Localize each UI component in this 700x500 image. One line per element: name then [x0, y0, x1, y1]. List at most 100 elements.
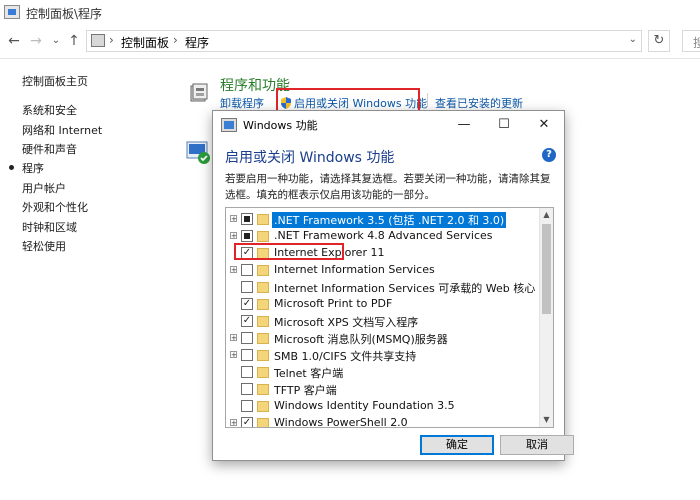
- sidebar-home-link[interactable]: 控制面板主页: [22, 73, 88, 89]
- default-programs-icon: [186, 141, 210, 164]
- ok-button[interactable]: 确定: [420, 435, 494, 455]
- address-dropdown-icon[interactable]: ⌄: [629, 34, 637, 45]
- feature-row[interactable]: + Microsoft 消息队列(MSMQ)服务器: [226, 330, 540, 347]
- back-button[interactable]: ←: [6, 33, 22, 49]
- feature-row[interactable]: ✓ Microsoft XPS 文档写入程序: [226, 313, 540, 330]
- minimize-button[interactable]: —: [444, 113, 484, 137]
- feature-label[interactable]: Internet Information Services: [272, 263, 437, 276]
- search-input[interactable]: 搜: [682, 30, 700, 52]
- windows-features-icon: [221, 118, 237, 132]
- forward-button[interactable]: →: [28, 33, 44, 49]
- feature-checkbox[interactable]: [241, 213, 253, 225]
- breadcrumb-control-panel[interactable]: 控制面板: [121, 34, 169, 51]
- feature-row[interactable]: Telnet 客户端: [226, 364, 540, 381]
- feature-label[interactable]: Microsoft 消息队列(MSMQ)服务器: [272, 331, 450, 347]
- sidebar-item-system-security[interactable]: 系统和安全: [22, 102, 77, 118]
- feature-label[interactable]: SMB 1.0/CIFS 文件共享支持: [272, 348, 418, 364]
- control-panel-icon: [4, 5, 20, 19]
- expand-icon[interactable]: +: [230, 215, 237, 223]
- feature-row[interactable]: + .NET Framework 3.5 (包括 .NET 2.0 和 3.0): [226, 211, 540, 228]
- feature-label[interactable]: Telnet 客户端: [272, 365, 345, 381]
- feature-label[interactable]: .NET Framework 3.5 (包括 .NET 2.0 和 3.0): [272, 212, 507, 228]
- address-bar[interactable]: › 控制面板 › 程序 ⌄: [86, 30, 642, 52]
- feature-checkbox[interactable]: ✓: [241, 298, 253, 310]
- tree-scrollbar[interactable]: ▲ ▼: [539, 208, 553, 427]
- folder-icon: [257, 418, 269, 427]
- feature-row[interactable]: + ✓ Windows PowerShell 2.0: [226, 415, 540, 427]
- scroll-up-button[interactable]: ▲: [540, 208, 553, 222]
- sidebar-item-programs[interactable]: 程序: [22, 160, 44, 176]
- feature-label[interactable]: Internet Information Services 可承载的 Web 核…: [272, 280, 537, 296]
- feature-label[interactable]: Windows PowerShell 2.0: [272, 416, 410, 427]
- feature-checkbox[interactable]: [241, 332, 253, 344]
- breadcrumb-programs[interactable]: 程序: [185, 34, 209, 51]
- feature-row[interactable]: Internet Information Services 可承载的 Web 核…: [226, 279, 540, 296]
- feature-checkbox[interactable]: [241, 366, 253, 378]
- folder-icon: [257, 316, 269, 327]
- breadcrumb-separator[interactable]: ›: [173, 33, 178, 47]
- expand-icon[interactable]: +: [230, 232, 237, 240]
- cancel-button[interactable]: 取消: [500, 435, 574, 455]
- dialog-heading: 启用或关闭 Windows 功能: [225, 150, 395, 166]
- feature-label[interactable]: Microsoft XPS 文档写入程序: [272, 314, 420, 330]
- refresh-button[interactable]: ↻: [648, 30, 670, 52]
- feature-checkbox[interactable]: [241, 349, 253, 361]
- sidebar-item-hardware-sound[interactable]: 硬件和声音: [22, 141, 77, 157]
- windows-features-dialog: Windows 功能 — ☐ ✕ 启用或关闭 Windows 功能 ? 若要启用…: [212, 110, 574, 461]
- feature-row[interactable]: + SMB 1.0/CIFS 文件共享支持: [226, 347, 540, 364]
- dialog-title: Windows 功能: [243, 119, 318, 132]
- feature-checkbox[interactable]: [241, 383, 253, 395]
- folder-icon: [257, 231, 269, 242]
- annotation-highlight-box: [276, 88, 420, 112]
- expand-icon[interactable]: +: [230, 351, 237, 359]
- expand-icon[interactable]: +: [230, 266, 237, 274]
- expand-icon[interactable]: +: [230, 334, 237, 342]
- feature-label[interactable]: TFTP 客户端: [272, 382, 339, 398]
- feature-label[interactable]: .NET Framework 4.8 Advanced Services: [272, 229, 495, 242]
- feature-row[interactable]: Windows Identity Foundation 3.5: [226, 398, 540, 415]
- feature-label[interactable]: Microsoft Print to PDF: [272, 297, 394, 310]
- maximize-button[interactable]: ☐: [484, 113, 524, 137]
- scroll-thumb[interactable]: [542, 224, 551, 314]
- feature-checkbox[interactable]: ✓: [241, 315, 253, 327]
- control-panel-icon: [91, 34, 105, 47]
- up-button[interactable]: ↑: [66, 33, 82, 49]
- feature-label[interactable]: Windows Identity Foundation 3.5: [272, 399, 457, 412]
- folder-icon: [257, 214, 269, 225]
- sidebar-item-network[interactable]: 网络和 Internet: [22, 122, 102, 138]
- sidebar-item-user-accounts[interactable]: 用户帐户: [22, 180, 66, 196]
- feature-row[interactable]: TFTP 客户端: [226, 381, 540, 398]
- uninstall-program-link[interactable]: 卸载程序: [220, 95, 264, 111]
- installed-updates-link[interactable]: 查看已安装的更新: [435, 95, 523, 111]
- expand-icon[interactable]: +: [230, 419, 237, 427]
- feature-checkbox[interactable]: [241, 264, 253, 276]
- feature-checkbox[interactable]: [241, 281, 253, 293]
- link-divider: [427, 93, 428, 107]
- folder-icon: [257, 350, 269, 361]
- active-item-bullet: [9, 165, 14, 170]
- features-tree[interactable]: + .NET Framework 3.5 (包括 .NET 2.0 和 3.0) +…: [225, 207, 554, 428]
- folder-icon: [257, 299, 269, 310]
- close-button[interactable]: ✕: [524, 113, 564, 137]
- feature-checkbox[interactable]: [241, 230, 253, 242]
- sidebar-item-clock-region[interactable]: 时钟和区域: [22, 219, 77, 235]
- sidebar-item-ease-of-access[interactable]: 轻松使用: [22, 238, 66, 254]
- annotation-highlight-box: [234, 243, 344, 260]
- feature-checkbox[interactable]: ✓: [241, 417, 253, 427]
- folder-icon: [257, 265, 269, 276]
- window-titlebar: 控制面板\程序: [0, 0, 700, 26]
- feature-checkbox[interactable]: [241, 400, 253, 412]
- feature-row[interactable]: ✓ Microsoft Print to PDF: [226, 296, 540, 313]
- search-placeholder: 搜: [693, 36, 700, 50]
- recent-locations-button[interactable]: ⌄: [48, 33, 64, 49]
- feature-row[interactable]: + Internet Information Services: [226, 262, 540, 279]
- folder-icon: [257, 333, 269, 344]
- sidebar-item-appearance[interactable]: 外观和个性化: [22, 199, 88, 215]
- help-icon[interactable]: ?: [542, 148, 556, 162]
- dialog-description: 若要启用一种功能，请选择其复选框。若要关闭一种功能，请清除其复选框。填充的框表示…: [225, 173, 551, 201]
- window-title: 控制面板\程序: [26, 7, 103, 21]
- folder-icon: [257, 367, 269, 378]
- scroll-down-button[interactable]: ▼: [540, 413, 553, 427]
- breadcrumb-separator[interactable]: ›: [109, 33, 114, 47]
- navigation-bar: ← → ⌄ ↑ › 控制面板 › 程序 ⌄ ↻ 搜: [0, 26, 700, 59]
